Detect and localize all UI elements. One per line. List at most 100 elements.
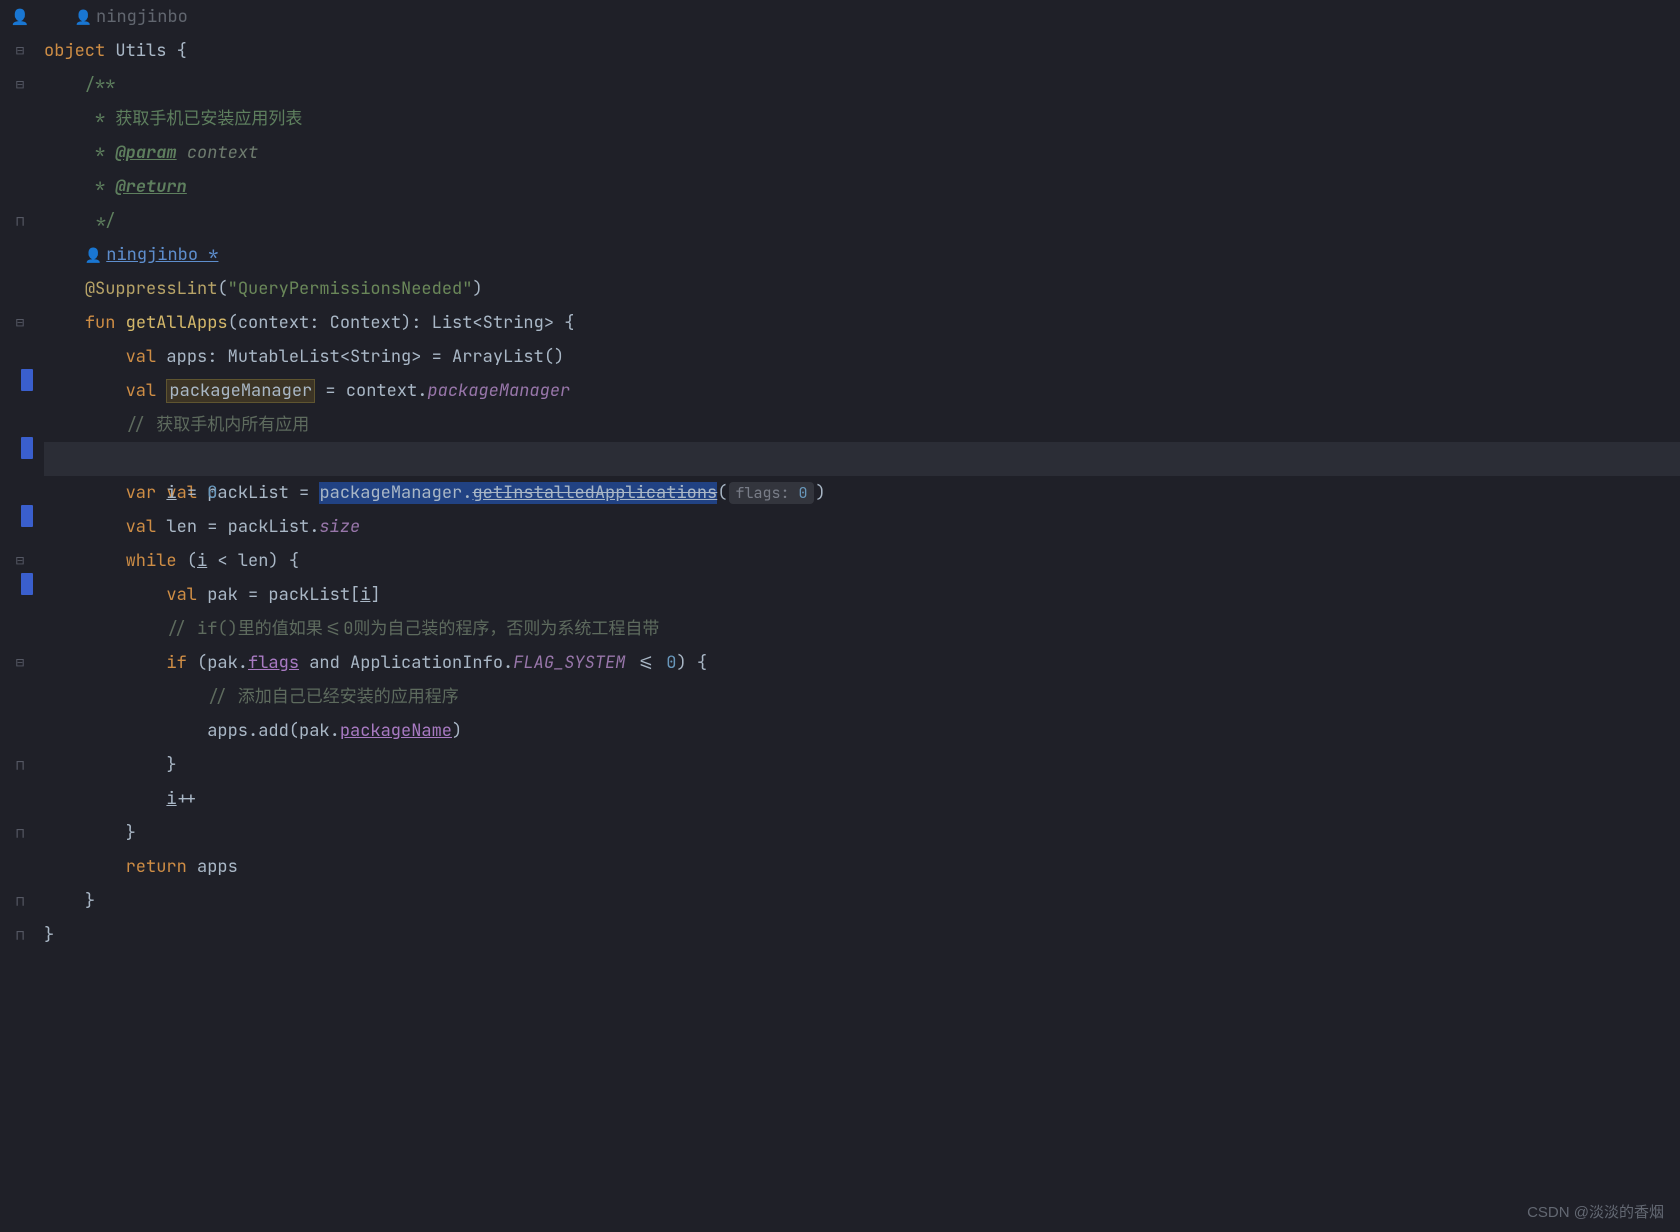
code-line-current[interactable]: val packList = packageManager.getInstall…: [44, 442, 1680, 476]
comment: // if()里的值如果<=0则为自己装的程序，否则为系统工程自带: [166, 618, 659, 640]
kdoc-param-name: context: [187, 142, 258, 164]
property-size: size: [319, 516, 360, 538]
number-literal: 0: [207, 482, 217, 504]
gutter: 👤 ⊟ ⊟ ⊔ ⊟ ⊟ ⊟ ⊔ ⊔ ⊔ ⊔: [0, 0, 40, 952]
comment: // 获取手机内所有应用: [126, 414, 310, 436]
variable-i: i: [166, 482, 176, 504]
fold-end-icon: ⊔: [13, 894, 27, 908]
code-line[interactable]: }: [44, 884, 1680, 918]
code-line[interactable]: @SuppressLint("QueryPermissionsNeeded"): [44, 272, 1680, 306]
variable-i: i: [360, 584, 370, 606]
keyword-var: var: [126, 482, 157, 504]
code-line[interactable]: * @param context: [44, 136, 1680, 170]
keyword-val: val: [166, 584, 197, 606]
object-name: Utils: [115, 40, 166, 62]
modification-marker: [21, 505, 33, 527]
code-line[interactable]: val apps: MutableList<String> = ArrayLis…: [44, 340, 1680, 374]
variable-i: i: [197, 550, 207, 572]
code-line[interactable]: // 添加自己已经安装的应用程序: [44, 680, 1680, 714]
modification-marker: [21, 369, 33, 391]
kdoc-prefix: *: [85, 176, 116, 198]
code-line[interactable]: */: [44, 204, 1680, 238]
code-line[interactable]: val pak = packList[i]: [44, 578, 1680, 612]
code-line[interactable]: var i = 0: [44, 476, 1680, 510]
fold-icon[interactable]: ⊟: [13, 44, 27, 58]
code-line[interactable]: if (pak.flags and ApplicationInfo.FLAG_S…: [44, 646, 1680, 680]
keyword-object: object: [44, 40, 105, 62]
code-line[interactable]: return apps: [44, 850, 1680, 884]
author-name: ningjinbo: [96, 6, 188, 28]
code-line[interactable]: // if()里的值如果<=0则为自己装的程序，否则为系统工程自带: [44, 612, 1680, 646]
code-line[interactable]: while (i < len) {: [44, 544, 1680, 578]
keyword-val: val: [126, 380, 157, 402]
brace-close: }: [85, 890, 95, 912]
code-editor[interactable]: 👤 ⊟ ⊟ ⊔ ⊟ ⊟ ⊟ ⊔ ⊔ ⊔ ⊔ 👤ningjinbo object …: [0, 0, 1680, 952]
code-line[interactable]: }: [44, 748, 1680, 782]
fold-icon[interactable]: ⊟: [13, 78, 27, 92]
code-line[interactable]: fun getAllApps(context: Context): List<S…: [44, 306, 1680, 340]
kdoc-prefix: *: [85, 142, 116, 164]
code-line[interactable]: * 获取手机已安装应用列表: [44, 102, 1680, 136]
comment: // 添加自己已经安装的应用程序: [207, 686, 459, 708]
code-line[interactable]: }: [44, 918, 1680, 952]
brace: {: [177, 40, 187, 62]
kdoc-text: 获取手机已安装应用列表: [115, 108, 302, 130]
property-packageManager: packageManager: [427, 380, 570, 402]
brace-close: }: [44, 924, 54, 946]
brace-close: }: [126, 822, 136, 844]
return-value: apps: [187, 856, 238, 878]
code-line[interactable]: i++: [44, 782, 1680, 816]
code-line[interactable]: * @return: [44, 170, 1680, 204]
person-icon: 👤: [85, 247, 102, 265]
modification-marker: [21, 437, 33, 459]
constant-flag-system: FLAG_SYSTEM: [513, 652, 625, 674]
property-packageName: packageName: [340, 720, 452, 742]
kdoc-param-tag: @param: [115, 142, 176, 164]
code-line[interactable]: apps.add(pak.packageName): [44, 714, 1680, 748]
code-line[interactable]: 👤ningjinbo *: [44, 238, 1680, 272]
fold-end-icon: ⊔: [13, 826, 27, 840]
function-name: getAllApps: [126, 312, 228, 334]
keyword-val: val: [126, 346, 157, 368]
number-literal: 0: [666, 652, 676, 674]
len-declaration: len = packList.: [166, 516, 319, 538]
kdoc-open: /**: [85, 74, 116, 96]
fold-end-icon: ⊔: [13, 928, 27, 942]
code-line[interactable]: val packageManager = context.packageMana…: [44, 374, 1680, 408]
keyword-if: if: [166, 652, 186, 674]
keyword-return: return: [126, 856, 187, 878]
code-line[interactable]: val len = packList.size: [44, 510, 1680, 544]
code-line[interactable]: // 获取手机内所有应用: [44, 408, 1680, 442]
keyword-fun: fun: [85, 312, 116, 334]
keyword-while: while: [126, 550, 177, 572]
code-line[interactable]: object Utils {: [44, 34, 1680, 68]
variable-packageManager: packageManager: [166, 379, 315, 403]
function-signature: (context: Context): List<String> {: [228, 312, 575, 334]
author-icon: 👤: [11, 7, 30, 27]
vcs-author-annotation: 👤ningjinbo: [44, 0, 1680, 34]
kdoc-close: */: [85, 210, 116, 232]
code-line[interactable]: }: [44, 816, 1680, 850]
pak-declaration: pak = packList[: [207, 584, 360, 606]
apps-add-call: apps.add(pak.: [207, 720, 340, 742]
person-icon: 👤: [75, 9, 92, 27]
current-line-highlight: [44, 442, 1680, 476]
annotation: @SuppressLint: [85, 278, 218, 300]
fold-end-icon: ⊔: [13, 758, 27, 772]
variable-i: i: [166, 788, 176, 810]
kdoc-return-tag: @return: [115, 176, 186, 198]
vcs-author-link[interactable]: ningjinbo *: [106, 244, 218, 266]
fold-icon[interactable]: ⊟: [13, 554, 27, 568]
kdoc-prefix: *: [85, 108, 116, 130]
fold-icon[interactable]: ⊟: [13, 656, 27, 670]
apps-declaration: apps: MutableList<String> = ArrayList(): [166, 346, 564, 368]
fold-end-icon: ⊔: [13, 214, 27, 228]
fold-icon[interactable]: ⊟: [13, 316, 27, 330]
assign: = context.: [315, 380, 427, 402]
keyword-val: val: [126, 516, 157, 538]
string-literal: "QueryPermissionsNeeded": [228, 278, 473, 300]
code-line[interactable]: /**: [44, 68, 1680, 102]
brace-close: }: [166, 754, 176, 776]
property-flags: flags: [248, 652, 299, 674]
watermark: CSDN @淡淡的香烟: [1527, 1201, 1664, 1222]
